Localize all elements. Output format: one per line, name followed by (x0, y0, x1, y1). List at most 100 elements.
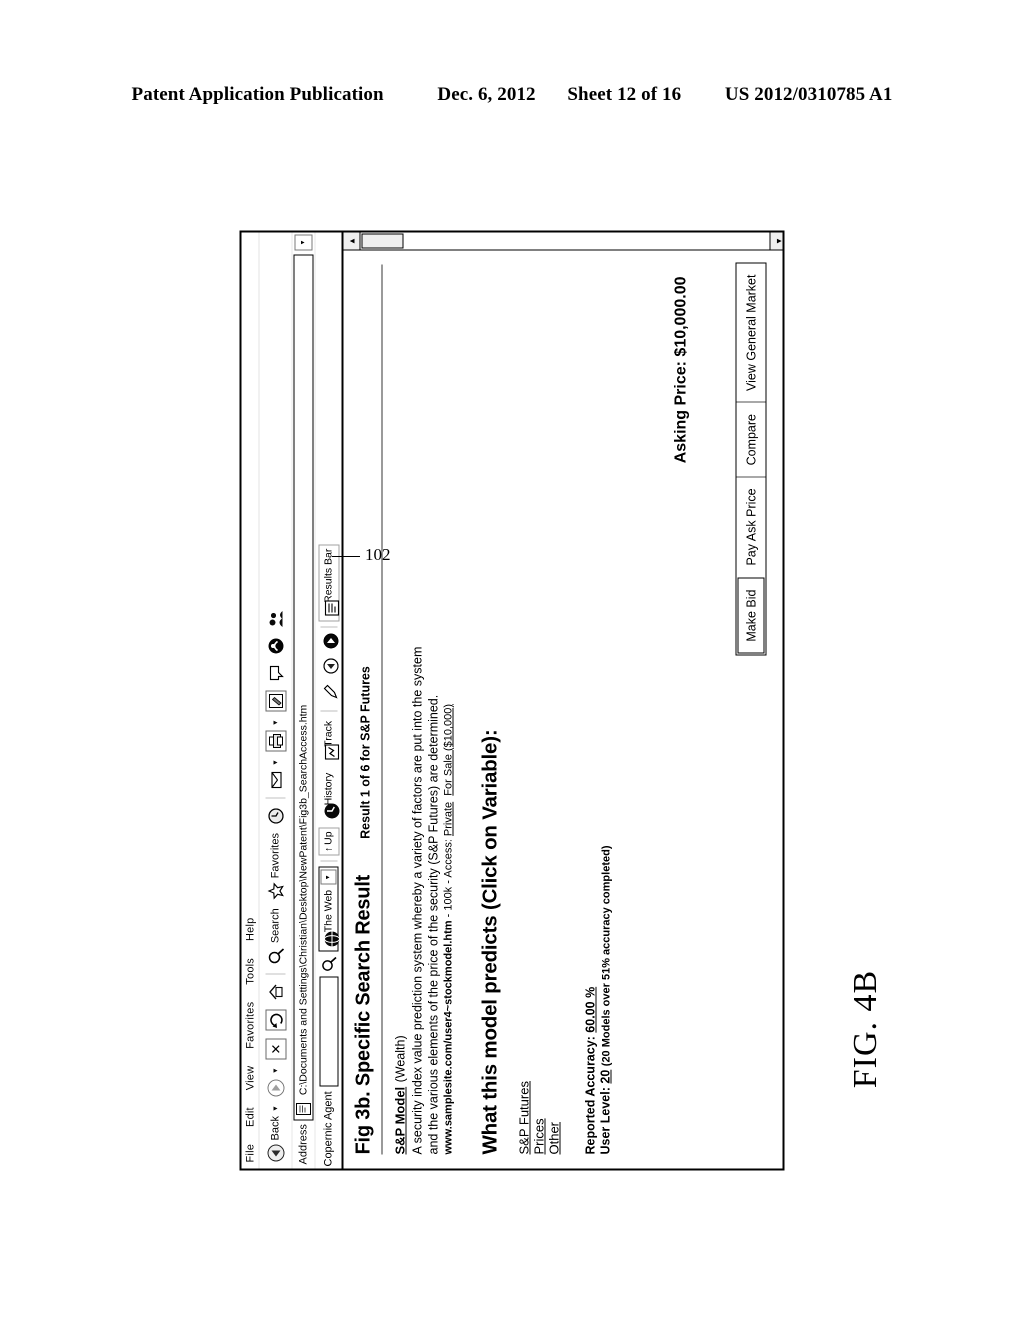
model-result-block: S&P Model (Wealth) A security index valu… (392, 265, 455, 1155)
track-icon (322, 744, 339, 762)
pay-ask-price-button[interactable]: Pay Ask Price (736, 476, 766, 577)
menu-item-file[interactable]: File (244, 1142, 256, 1165)
patent-page-header: Patent Application Publication Dec. 6, 2… (0, 84, 1024, 106)
forward-arrow-icon (266, 1078, 285, 1097)
toolbar-separator-1 (265, 973, 286, 975)
asking-price: Asking Price: $10,000.00 (672, 276, 690, 464)
messenger-icon (266, 636, 285, 655)
model-description: A security index value prediction system… (410, 646, 441, 1155)
copernic-search-scope-select[interactable]: The Web ▼ (318, 866, 340, 952)
history-button[interactable] (263, 803, 289, 828)
menu-item-tools[interactable]: Tools (244, 956, 256, 987)
copernic-previous-button[interactable] (318, 658, 339, 680)
reference-leader-line (332, 556, 360, 557)
back-button-label: Back (269, 1116, 282, 1141)
print-dropdown-icon[interactable]: ▼ (272, 719, 279, 726)
make-bid-button[interactable]: Make Bid (737, 577, 765, 654)
messenger-button[interactable] (263, 633, 289, 658)
scroll-up-button[interactable]: ▲ (343, 232, 361, 250)
copernic-highlight-button[interactable] (318, 683, 339, 706)
menu-item-edit[interactable]: Edit (244, 1105, 256, 1129)
model-access-label: Access: (442, 839, 455, 878)
scroll-down-arrow-icon: ▼ (774, 237, 783, 245)
mail-icon (266, 770, 285, 789)
browser-chrome: File Edit View Favorites Tools Help Back… (241, 232, 344, 1169)
mail-button[interactable]: ▼ (263, 756, 289, 792)
scrollbar-track[interactable] (404, 232, 770, 250)
patent-number: US 2012/0310785 A1 (724, 84, 893, 105)
view-general-market-button[interactable]: View General Market (737, 264, 766, 403)
compare-button[interactable]: Compare (736, 402, 766, 477)
model-for-sale-link[interactable]: For Sale ($10,000) (443, 704, 455, 796)
history-clock-icon (266, 806, 285, 825)
highlight-pen-icon (321, 685, 338, 702)
svg-text:✕: ✕ (268, 1043, 283, 1054)
back-button[interactable]: Back ▼ (263, 1102, 289, 1165)
variable-link-prices[interactable]: Prices (532, 1118, 547, 1154)
forward-dropdown-icon[interactable]: ▼ (272, 1067, 279, 1074)
title-divider (381, 264, 383, 1155)
reference-numeral-102: 102 (365, 545, 391, 564)
copernic-track-button[interactable]: Track (318, 717, 339, 766)
people-button[interactable] (263, 606, 289, 631)
url-sep-3 (443, 796, 455, 802)
search-magnifier-icon[interactable] (319, 954, 338, 973)
user-level-note: (20 Models over 51% accuracy completed) (600, 845, 613, 1067)
address-input[interactable]: C:\Documents and Settings\Christian\Desk… (293, 254, 314, 1121)
stop-icon: ✕ (265, 1038, 286, 1060)
model-url-line: www.samplesite.com/user4~stockmodel.htm … (443, 265, 455, 1155)
favorites-button[interactable]: Favorites (263, 830, 289, 903)
navigation-toolbar: Back ▼ ▼ ✕ Search Favorites ▼ ▼ (258, 232, 292, 1169)
figure-label: FIG. 4B (847, 969, 884, 1089)
next-circle-icon (322, 633, 339, 651)
discuss-icon (266, 663, 285, 682)
reported-accuracy-row: Reported Accuracy: 60.00 % (584, 265, 599, 1155)
copernic-next-button[interactable] (318, 633, 339, 655)
chevron-down-icon[interactable]: ▼ (320, 869, 337, 885)
home-button[interactable] (263, 979, 289, 1004)
predicts-heading: What this model predicts (Click on Varia… (478, 729, 502, 1155)
model-name-link[interactable]: S&P Model (393, 1087, 408, 1155)
refresh-button[interactable] (263, 1006, 289, 1033)
model-stats: Reported Accuracy: 60.00 % User Level: 2… (584, 265, 615, 1155)
variable-link-sp-futures[interactable]: S&P Futures (517, 1081, 532, 1154)
vertical-scrollbar[interactable]: ▲ ▼ (343, 232, 785, 251)
model-url[interactable]: www.samplesite.com/user4~stockmodel.htm (443, 920, 455, 1154)
menu-item-favorites[interactable]: Favorites (244, 1000, 256, 1051)
mail-dropdown-icon[interactable]: ▼ (272, 759, 279, 766)
copernic-separator-2 (320, 710, 337, 712)
edit-page-button[interactable] (263, 687, 289, 714)
url-sep-1: - (442, 910, 455, 921)
model-size: 100k (442, 886, 455, 911)
scroll-down-button[interactable]: ▼ (769, 232, 785, 250)
publication-label: Patent Application Publication (131, 84, 384, 105)
search-button-label: Search (269, 908, 282, 944)
url-sep-2: - (442, 877, 455, 887)
search-button[interactable]: Search (263, 905, 289, 968)
user-level-label: User Level: (598, 1087, 613, 1155)
user-level-value: 20 (598, 1069, 613, 1084)
forward-button[interactable]: ▼ (263, 1064, 289, 1100)
browser-window: File Edit View Favorites Tools Help Back… (239, 230, 785, 1171)
copernic-up-button[interactable]: ↑ Up (318, 827, 339, 856)
back-dropdown-icon[interactable]: ▼ (272, 1105, 279, 1112)
copernic-history-button[interactable]: History (318, 769, 339, 825)
previous-circle-icon (322, 658, 339, 676)
document-icon (294, 1098, 313, 1117)
menu-bar: File Edit View Favorites Tools Help (241, 232, 259, 1169)
copernic-search-input[interactable] (319, 976, 338, 1087)
menu-item-help[interactable]: Help (244, 916, 256, 943)
address-dropdown-button[interactable]: ▼ (294, 234, 313, 251)
model-access-value[interactable]: Private (443, 802, 455, 836)
scrollbar-thumb[interactable] (361, 233, 404, 249)
discuss-button[interactable] (263, 660, 289, 685)
reported-accuracy-label: Reported Accuracy: (583, 1036, 598, 1155)
favorites-button-label: Favorites (269, 833, 282, 879)
results-bar-icon (322, 600, 339, 618)
stop-button[interactable]: ✕ (263, 1035, 289, 1062)
copernic-scope-label: The Web (322, 889, 335, 933)
variable-link-other[interactable]: Other (547, 1122, 562, 1155)
print-button[interactable]: ▼ (263, 716, 289, 754)
menu-item-view[interactable]: View (244, 1064, 256, 1092)
edit-page-icon (265, 690, 286, 712)
